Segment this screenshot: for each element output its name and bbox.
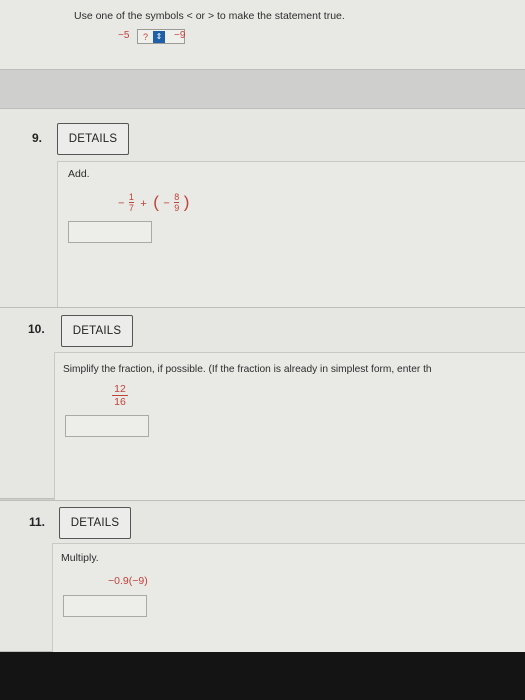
- q8-right-value: −9: [174, 30, 186, 41]
- q11-answer-input[interactable]: [63, 595, 147, 617]
- minus-sign-2: −: [163, 197, 170, 210]
- details-button[interactable]: DETAILS: [59, 507, 131, 539]
- q8-left-value: −5: [118, 30, 130, 41]
- open-paren: (: [153, 192, 159, 212]
- q10-answer-input[interactable]: [65, 415, 149, 437]
- select-value: ?: [143, 31, 149, 42]
- question-9-panel: 9. DETAILS Add. − 1 7 + ( − 8 9 ): [0, 108, 525, 313]
- q9-expression: − 1 7 + ( − 8 9 ): [118, 192, 189, 213]
- plus-sign: +: [140, 197, 147, 210]
- q10-content: Simplify the fraction, if possible. (If …: [54, 352, 525, 502]
- q11-prompt: Multiply.: [61, 552, 99, 564]
- fraction-1: 1 7: [128, 192, 134, 213]
- question-10-panel: 10. DETAILS Simplify the fraction, if po…: [0, 307, 525, 502]
- question-11-panel: 11. DETAILS Multiply. −0.9(−9): [0, 500, 525, 655]
- screen-bezel: [0, 652, 525, 700]
- chevron-updown-icon[interactable]: ⇕: [153, 30, 166, 43]
- fraction-denominator: 7: [128, 203, 134, 213]
- close-paren: ): [183, 192, 190, 212]
- fraction-numerator: 12: [114, 383, 126, 395]
- fraction-numerator: 8: [174, 192, 180, 202]
- q10-fraction: 12 16: [112, 383, 128, 408]
- q9-content: Add. − 1 7 + ( − 8 9 ): [57, 161, 525, 313]
- fraction-2: 8 9: [174, 192, 180, 213]
- q8-instruction: Use one of the symbols < or > to make th…: [74, 10, 345, 22]
- details-button[interactable]: DETAILS: [61, 315, 133, 347]
- q9-answer-input[interactable]: [68, 221, 152, 243]
- question-number: 9.: [32, 131, 43, 145]
- fraction-denominator: 9: [174, 203, 180, 213]
- question-8-panel: Use one of the symbols < or > to make th…: [0, 0, 525, 70]
- details-button[interactable]: DETAILS: [57, 123, 129, 155]
- question-number: 11.: [29, 515, 46, 529]
- minus-sign: −: [118, 197, 125, 210]
- q9-prompt: Add.: [68, 168, 90, 180]
- fraction-numerator: 1: [128, 192, 134, 202]
- q10-prompt: Simplify the fraction, if possible. (If …: [63, 364, 432, 375]
- q11-content: Multiply. −0.9(−9): [52, 543, 525, 655]
- question-number: 10.: [28, 322, 45, 336]
- q11-expression: −0.9(−9): [108, 575, 148, 587]
- fraction-denominator: 16: [114, 396, 126, 408]
